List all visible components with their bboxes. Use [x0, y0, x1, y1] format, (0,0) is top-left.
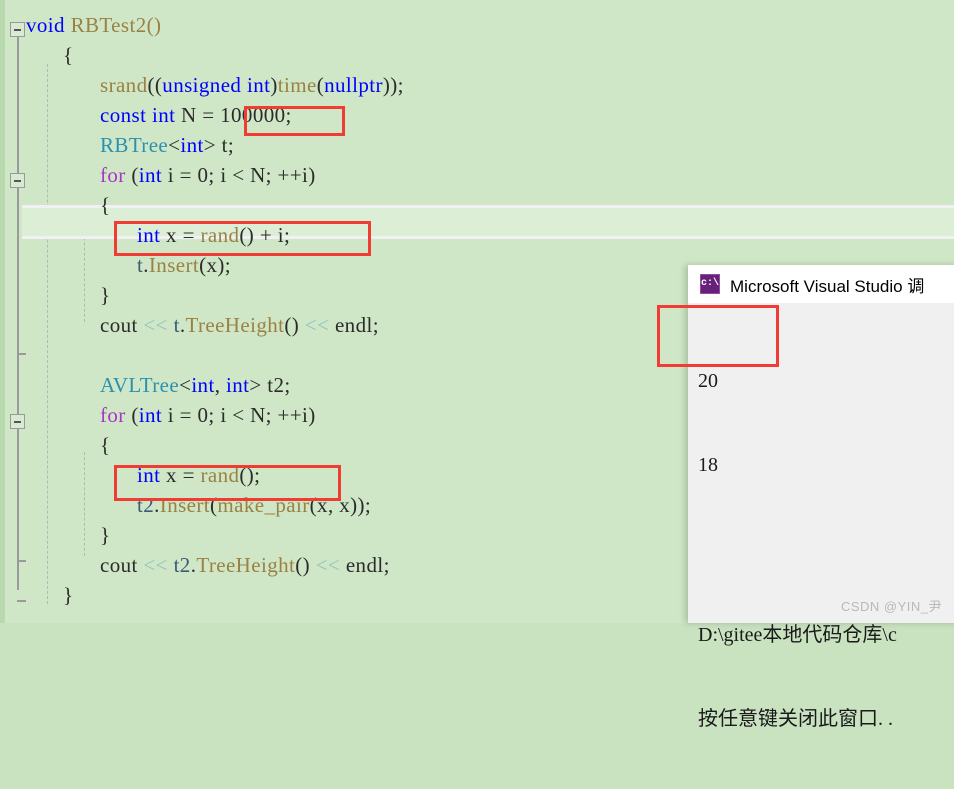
redbox-n-value [244, 106, 345, 136]
annotation-layer [0, 0, 954, 623]
redbox-console-output [657, 305, 779, 367]
console-path-line: D:\gitee本地代码仓库\c [698, 624, 897, 646]
code-editor[interactable]: void RBTest2(){srand((unsigned int)time(… [0, 0, 954, 623]
redbox-rand-plus-i [114, 221, 371, 256]
redbox-rand-only [114, 465, 341, 501]
console-prompt-line: 按任意键关闭此窗口. . [698, 708, 893, 730]
